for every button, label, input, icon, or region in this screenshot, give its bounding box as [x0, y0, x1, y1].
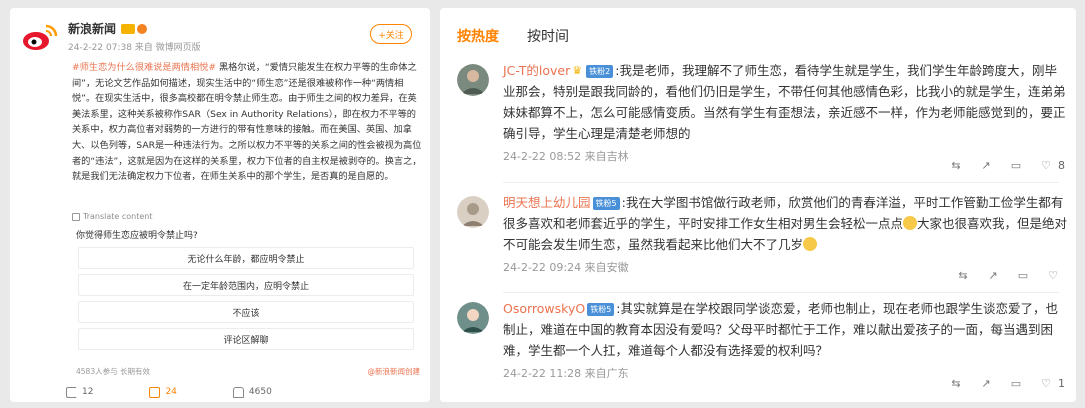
fan-badge: 铁粉2 [586, 65, 614, 78]
post-username[interactable]: 新浪新闻 [68, 20, 116, 37]
comment-body: 明天想上幼儿园 铁粉5:我在大学图书馆做行政老师，欣赏他们的青春洋溢，平时工作管勤… [503, 192, 1069, 275]
share-count: 12 [82, 387, 94, 397]
comments-panel: 按热度 按时间 JC-T的lover ♛ 铁粉2:我是老师，我理解不了师生恋，看待学… [440, 8, 1076, 402]
thumbs-up-icon[interactable]: ♡ [1047, 270, 1059, 282]
like-button[interactable]: 4650 [232, 386, 272, 398]
thumbs-up-icon [232, 386, 244, 398]
translate-label: Translate content [83, 212, 153, 221]
hashtag-link[interactable]: #师生恋为什么很难说是两情相悦# [72, 62, 216, 73]
thumbs-up-icon[interactable]: ♡ [1040, 159, 1052, 172]
comment-username[interactable]: 明天想上幼儿园 [503, 195, 591, 210]
comment-actions: ⇆ ↗ ▭ ♡ 1 [932, 377, 1065, 390]
laugh-emoji-icon [803, 237, 818, 251]
share-icon[interactable]: ↗ [987, 270, 999, 282]
comment-count: 24 [165, 387, 177, 397]
like-count: 1 [1058, 377, 1065, 390]
poll-source[interactable]: @新浪新闻创建 [368, 366, 421, 377]
divider [503, 292, 1059, 293]
share-icon[interactable]: ↗ [980, 159, 992, 172]
comment-icon [149, 386, 161, 398]
translate-link[interactable]: Translate content [72, 212, 153, 221]
divider [503, 182, 1059, 183]
poll-footer: 4583人参与 长期有效 @新浪新闻创建 [76, 366, 420, 377]
weibo-post-card: 新浪新闻 24-2-22 07:38 来自 微博网页版 +关注 #师生恋为什么很… [10, 8, 430, 402]
sina-logo-icon[interactable] [22, 22, 58, 54]
avatar[interactable] [457, 302, 489, 334]
post-header: 新浪新闻 24-2-22 07:38 来自 微博网页版 +关注 [22, 18, 418, 58]
fan-badge: 铁粉5 [587, 303, 615, 316]
poll-stats: 4583人参与 长期有效 [76, 367, 150, 376]
poll-option[interactable]: 不应该 [78, 301, 414, 323]
comment-button[interactable]: 24 [149, 386, 177, 398]
poll-option[interactable]: 在一定年龄范围内，应明令禁止 [78, 274, 414, 296]
thumbs-up-icon[interactable]: ♡ [1040, 377, 1052, 390]
comment-text: 明天想上幼儿园 铁粉5:我在大学图书馆做行政老师，欣赏他们的青春洋溢，平时工作管勤… [503, 192, 1069, 255]
share-icon[interactable]: ↗ [980, 377, 992, 390]
like-count: 8 [1058, 159, 1065, 172]
reply-icon[interactable]: ▭ [1010, 159, 1022, 172]
sort-tabs: 按热度 按时间 [457, 26, 597, 46]
poll-option[interactable]: 无论什么年龄，都应明令禁止 [78, 247, 414, 269]
post-text: #师生恋为什么很难说是两情相悦# 黑格尔说，“爱情只能发生在权力平等的生命体之间… [72, 60, 424, 185]
comment-username[interactable]: OsorrowskyO [503, 301, 585, 316]
tab-by-time[interactable]: 按时间 [527, 26, 569, 46]
avatar[interactable] [457, 64, 489, 96]
comment-text: JC-T的lover ♛ 铁粉2:我是老师，我理解不了师生恋，看待学生就是学生，我们… [503, 60, 1069, 144]
verified-icon [137, 23, 148, 34]
follow-button[interactable]: +关注 [370, 24, 412, 44]
poll-question: 你觉得师生恋应被明令禁止吗? [76, 231, 198, 241]
reply-icon[interactable]: ▭ [1017, 270, 1029, 282]
poll: 你觉得师生恋应被明令禁止吗? 无论什么年龄，都应明令禁止 在一定年龄范围内，应明… [72, 228, 424, 378]
post-meta: 24-2-22 07:38 来自 微博网页版 [68, 43, 201, 53]
fan-badge: 铁粉5 [592, 197, 620, 210]
comment-body: OsorrowskyO 铁粉5:其实就算是在学校跟同学谈恋爱，老师也制止，现在老师… [503, 298, 1069, 381]
poll-option[interactable]: 评论区解聊 [78, 328, 414, 350]
comment-actions: ⇆ ↗ ▭ ♡ 8 [932, 159, 1065, 172]
comment-actions: ⇆ ↗ ▭ ♡ [939, 270, 1065, 282]
username-row: 新浪新闻 [68, 20, 148, 37]
translate-icon[interactable]: ⇆ [950, 377, 962, 390]
post-body: 黑格尔说，“爱情只能发生在权力平等的生命体之间”，无论文艺作品如何描述，现实生活… [72, 62, 422, 183]
share-icon [66, 386, 77, 398]
tab-by-popularity[interactable]: 按热度 [457, 26, 499, 46]
share-button[interactable]: 12 [66, 386, 94, 398]
translate-icon[interactable]: ⇆ [950, 159, 962, 172]
comment-text: OsorrowskyO 铁粉5:其实就算是在学校跟同学谈恋爱，老师也制止，现在老师… [503, 298, 1069, 361]
comment-username[interactable]: JC-T的lover [503, 63, 570, 78]
smile-emoji-icon [903, 216, 918, 230]
avatar[interactable] [457, 196, 489, 228]
reply-icon[interactable]: ▭ [1010, 377, 1022, 390]
member-badge-icon [121, 23, 136, 34]
comment-body: JC-T的lover ♛ 铁粉2:我是老师，我理解不了师生恋，看待学生就是学生，我们… [503, 60, 1069, 164]
like-count: 4650 [248, 387, 272, 397]
crown-icon: ♛ [572, 64, 583, 77]
post-action-bar: 12 24 4650 [10, 382, 430, 402]
translate-icon [72, 212, 80, 221]
translate-icon[interactable]: ⇆ [957, 270, 969, 282]
